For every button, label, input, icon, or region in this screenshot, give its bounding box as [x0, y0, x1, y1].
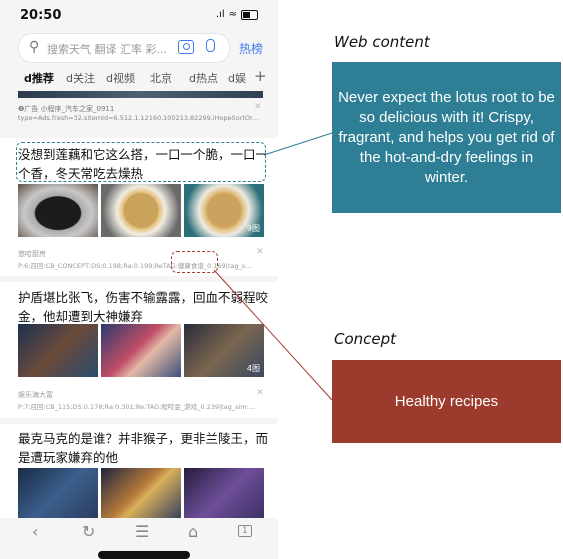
- web-content-label: Web content: [334, 33, 430, 51]
- concept-connector: [213, 269, 333, 401]
- concept-box: Healthy recipes: [332, 360, 561, 443]
- concept-label: Concept: [334, 330, 397, 348]
- web-content-box: Never expect the lotus root to be so del…: [332, 62, 561, 213]
- web-content-connector: [263, 132, 333, 156]
